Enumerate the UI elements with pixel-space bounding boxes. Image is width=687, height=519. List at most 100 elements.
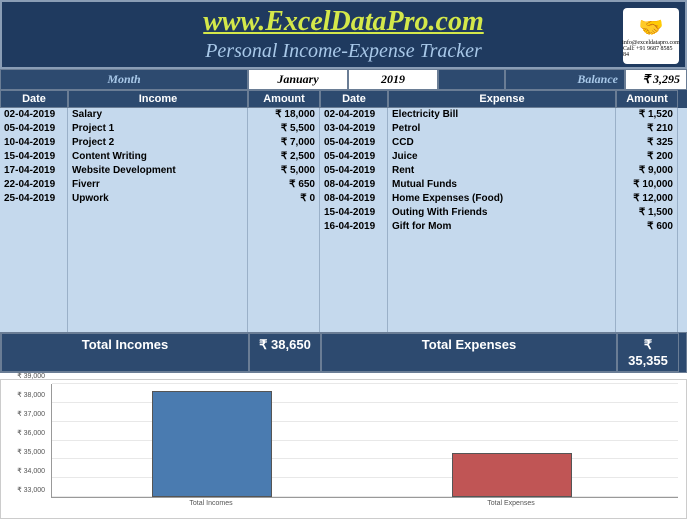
expense-date xyxy=(320,276,388,290)
y-tick: ₹ 33,000 xyxy=(17,486,45,494)
gridline xyxy=(52,496,678,497)
gridline xyxy=(52,421,678,422)
gridline xyxy=(52,440,678,441)
income-desc xyxy=(68,262,248,276)
gridline xyxy=(52,458,678,459)
expense-date xyxy=(320,318,388,332)
table-row: 22-04-2019Fiverr₹ 65008-04-2019Mutual Fu… xyxy=(0,178,687,192)
income-date: 05-04-2019 xyxy=(0,122,68,136)
expense-desc: Gift for Mom xyxy=(388,220,616,234)
expense-desc xyxy=(388,304,616,318)
expense-date xyxy=(320,262,388,276)
income-date xyxy=(0,234,68,248)
income-date xyxy=(0,318,68,332)
month-name: January xyxy=(248,69,348,90)
table-row xyxy=(0,318,687,332)
income-amount xyxy=(248,262,320,276)
total-income-amount: ₹ 38,650 xyxy=(249,333,321,372)
table-row xyxy=(0,248,687,262)
table-row xyxy=(0,304,687,318)
income-amount xyxy=(248,234,320,248)
expense-desc: Electricity Bill xyxy=(388,108,616,122)
y-tick: ₹ 35,000 xyxy=(17,448,45,456)
expense-amount: ₹ 12,000 xyxy=(616,192,678,206)
expense-desc xyxy=(388,248,616,262)
chart-bar xyxy=(152,391,272,497)
income-amount xyxy=(248,220,320,234)
table-row: 02-04-2019Salary₹ 18,00002-04-2019Electr… xyxy=(0,108,687,122)
col-income-header: Income xyxy=(68,90,248,108)
expense-desc: Petrol xyxy=(388,122,616,136)
expense-desc: CCD xyxy=(388,136,616,150)
table-row: 15-04-2019Outing With Friends₹ 1,500 xyxy=(0,206,687,220)
expense-amount: ₹ 210 xyxy=(616,122,678,136)
income-date: 02-04-2019 xyxy=(0,108,68,122)
income-amount xyxy=(248,304,320,318)
income-amount xyxy=(248,276,320,290)
expense-desc: Home Expenses (Food) xyxy=(388,192,616,206)
table-row xyxy=(0,276,687,290)
table-row: 15-04-2019Content Writing₹ 2,50005-04-20… xyxy=(0,150,687,164)
y-tick: ₹ 34,000 xyxy=(17,467,45,475)
income-desc xyxy=(68,220,248,234)
expense-amount xyxy=(616,234,678,248)
expense-date: 08-04-2019 xyxy=(320,178,388,192)
col-amount-header: Amount xyxy=(248,90,320,108)
chart: ₹ 33,000 ₹ 34,000 ₹ 35,000 ₹ 36,000 ₹ 37,000… xyxy=(0,379,687,519)
income-desc: Content Writing xyxy=(68,150,248,164)
income-date: 17-04-2019 xyxy=(0,164,68,178)
y-axis: ₹ 33,000 ₹ 34,000 ₹ 35,000 ₹ 36,000 ₹ 37,000… xyxy=(1,384,49,498)
y-tick: ₹ 36,000 xyxy=(17,429,45,437)
expense-desc: Juice xyxy=(388,150,616,164)
expense-date xyxy=(320,304,388,318)
table-row: 10-04-2019Project 2₹ 7,00005-04-2019CCD₹… xyxy=(0,136,687,150)
site-title: www.ExcelDataPro.com xyxy=(2,2,685,38)
expense-date: 16-04-2019 xyxy=(320,220,388,234)
income-date: 10-04-2019 xyxy=(0,136,68,150)
expense-date xyxy=(320,248,388,262)
income-desc: Project 1 xyxy=(68,122,248,136)
expense-date: 05-04-2019 xyxy=(320,164,388,178)
total-expense-amount: ₹ 35,355 xyxy=(617,333,679,372)
income-date: 25-04-2019 xyxy=(0,192,68,206)
income-date xyxy=(0,290,68,304)
expense-date: 15-04-2019 xyxy=(320,206,388,220)
header: www.ExcelDataPro.com Personal Income-Exp… xyxy=(0,0,687,69)
income-desc xyxy=(68,304,248,318)
table-row: 16-04-2019Gift for Mom₹ 600 xyxy=(0,220,687,234)
expense-amount: ₹ 10,000 xyxy=(616,178,678,192)
income-date xyxy=(0,220,68,234)
table-row xyxy=(0,234,687,248)
income-desc: Project 2 xyxy=(68,136,248,150)
expense-date: 03-04-2019 xyxy=(320,122,388,136)
expense-desc xyxy=(388,318,616,332)
expense-desc xyxy=(388,262,616,276)
income-amount xyxy=(248,206,320,220)
gridline xyxy=(52,383,678,384)
expense-amount: ₹ 1,520 xyxy=(616,108,678,122)
expense-date: 05-04-2019 xyxy=(320,150,388,164)
income-amount xyxy=(248,290,320,304)
expense-date xyxy=(320,234,388,248)
expense-date: 05-04-2019 xyxy=(320,136,388,150)
data-rows: 02-04-2019Salary₹ 18,00002-04-2019Electr… xyxy=(0,108,687,332)
expense-amount: ₹ 9,000 xyxy=(616,164,678,178)
logo: 🤝 info@exceldatapro.com Call: +91 9687 8… xyxy=(623,8,679,64)
expense-amount: ₹ 200 xyxy=(616,150,678,164)
income-desc: Fiverr xyxy=(68,178,248,192)
y-tick: ₹ 37,000 xyxy=(17,410,45,418)
income-desc: Upwork xyxy=(68,192,248,206)
spacer xyxy=(438,69,505,90)
col-amount2-header: Amount xyxy=(616,90,678,108)
income-desc: Salary xyxy=(68,108,248,122)
x-axis: Total IncomesTotal Expenses xyxy=(51,500,678,514)
expense-amount xyxy=(616,318,678,332)
gridline xyxy=(52,402,678,403)
income-desc xyxy=(68,248,248,262)
expense-desc: Rent xyxy=(388,164,616,178)
expense-amount: ₹ 1,500 xyxy=(616,206,678,220)
x-label: Total Expenses xyxy=(487,500,534,507)
expense-amount: ₹ 600 xyxy=(616,220,678,234)
logo-phone: Call: +91 9687 8585 84 xyxy=(623,46,679,58)
expense-desc xyxy=(388,234,616,248)
